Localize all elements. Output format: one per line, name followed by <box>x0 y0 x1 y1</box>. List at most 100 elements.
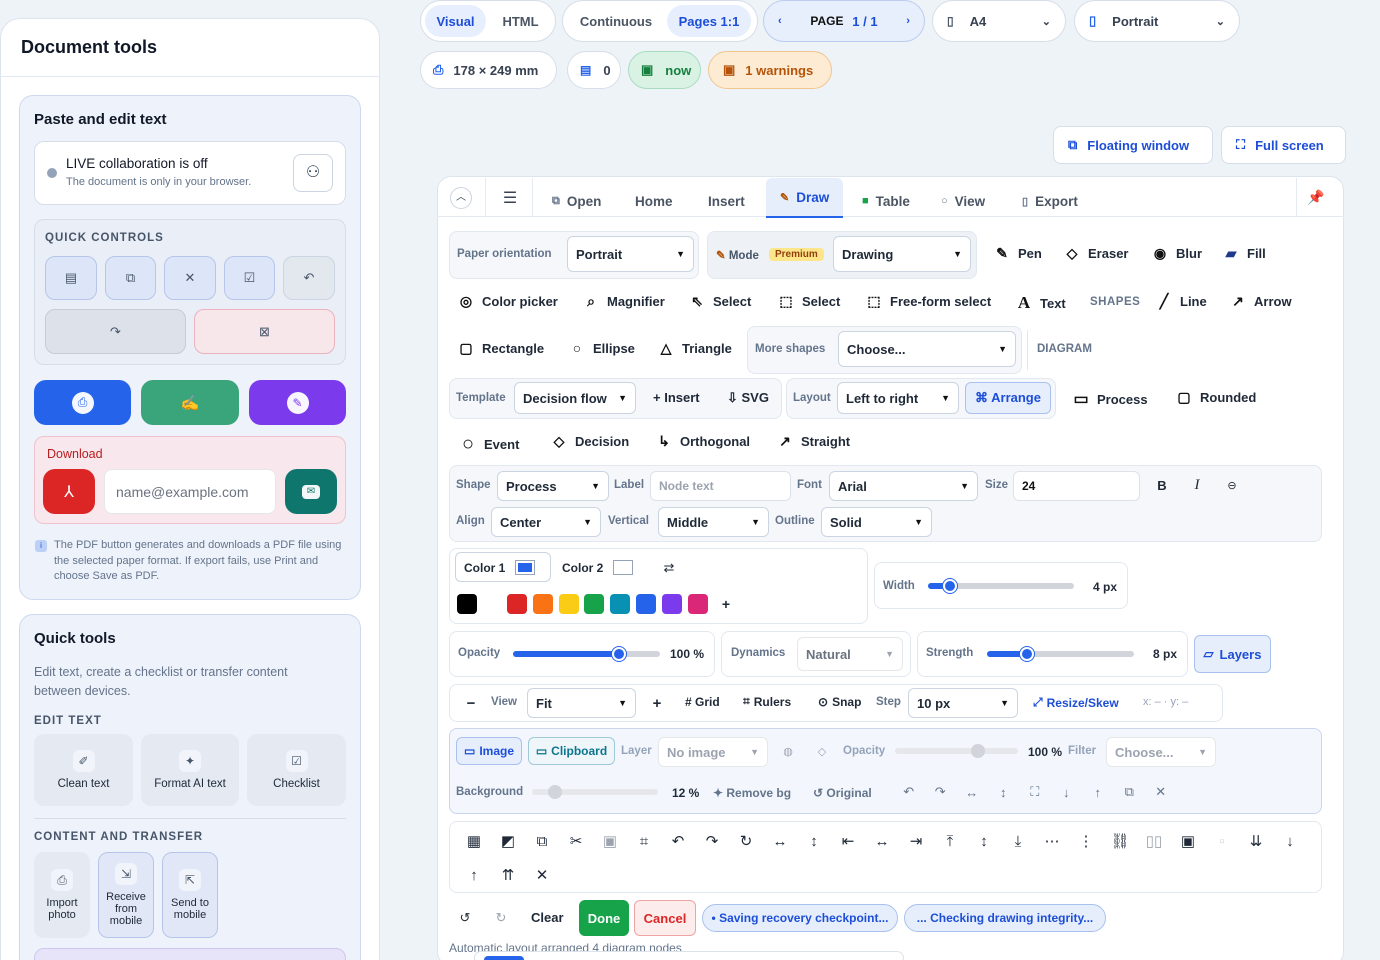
align-center-icon[interactable]: ↔ <box>865 827 899 855</box>
paste-icon[interactable]: ▤ <box>45 256 97 300</box>
color-swatch[interactable] <box>636 594 656 614</box>
background-slider[interactable] <box>532 785 658 799</box>
pen-tool[interactable]: ✎ Pen <box>993 245 1042 262</box>
format-ai-text-button[interactable]: ✦ Format AI text <box>141 734 239 806</box>
orientation-select[interactable]: ▯ Portrait ⌄ <box>1074 0 1240 42</box>
collapse-icon[interactable]: ︿ <box>450 187 472 209</box>
triangle-tool[interactable]: △ Triangle <box>657 340 732 357</box>
contrast-icon[interactable]: ◩ <box>491 827 525 855</box>
lock-icon[interactable]: ◍ <box>774 737 802 765</box>
undo-icon[interactable]: ↶ <box>661 827 695 855</box>
straight-connector-tool[interactable]: ↗ Straight <box>776 433 850 450</box>
paper-size-select[interactable]: ▯ A4 ⌄ <box>932 0 1066 42</box>
remove-image-icon[interactable]: ✕ <box>1145 778 1177 806</box>
align-select[interactable]: Center ▼ <box>491 507 601 537</box>
send-mobile-button[interactable]: ⇱ Send to mobile <box>162 852 218 938</box>
clear-button[interactable]: Clear <box>531 910 564 925</box>
clipboard-button[interactable]: ▭ Clipboard <box>528 737 615 765</box>
zoom-in-icon[interactable]: + <box>643 689 671 717</box>
layout-select[interactable]: Left to right ▼ <box>837 382 959 414</box>
width-slider[interactable] <box>928 579 1074 593</box>
tab-view[interactable]: ○ View <box>941 186 985 216</box>
image-button[interactable]: ▭ Image <box>456 737 522 765</box>
orthogonal-connector-tool[interactable]: ↳ Orthogonal <box>655 433 750 450</box>
rotate-icon[interactable]: ↻ <box>729 827 763 855</box>
settings-sliders-icon[interactable]: ☰ <box>497 186 523 212</box>
flip-horizontal-icon[interactable]: ↔ <box>763 827 797 855</box>
arrange-button[interactable]: ⌘ Arrange <box>965 382 1051 414</box>
redo-icon[interactable]: ↻ <box>487 904 515 932</box>
zoom-out-icon[interactable]: − <box>457 689 485 717</box>
color-swatch[interactable] <box>457 594 477 614</box>
unframe-icon[interactable]: ▫ <box>1205 827 1239 855</box>
grid-toggle[interactable]: # Grid <box>685 695 720 709</box>
fill-tool[interactable]: ▰ Fill <box>1222 245 1266 262</box>
warnings-badge[interactable]: ▣ 1 warnings <box>708 51 832 89</box>
tab-continuous[interactable]: Continuous <box>567 5 665 37</box>
tab-export[interactable]: ▯ Export <box>1022 186 1078 216</box>
align-bottom-icon[interactable]: ⤓ <box>1001 827 1035 855</box>
move-up-icon[interactable]: ↑ <box>1082 778 1114 806</box>
tab-visual[interactable]: Visual <box>425 5 486 37</box>
tab-table[interactable]: ■ Table <box>862 186 910 216</box>
floating-window-button[interactable]: ⧉ Floating window <box>1053 126 1213 164</box>
bring-forward-icon[interactable]: ↑ <box>457 861 491 889</box>
clear-text-icon[interactable]: ✕ <box>164 256 216 300</box>
italic-icon[interactable]: I <box>1183 471 1211 499</box>
align-top-icon[interactable]: ⤒ <box>933 827 967 855</box>
delete-icon[interactable]: ⊠ <box>194 309 335 354</box>
color-swatch[interactable] <box>507 594 527 614</box>
more-shapes-select[interactable]: Choose... ▼ <box>838 331 1016 367</box>
opacity-slider-knob[interactable] <box>611 647 626 661</box>
checklist-button[interactable]: ☑ Checklist <box>247 734 346 806</box>
tab-draw[interactable]: ✎ Draw <box>766 178 844 218</box>
cut-icon[interactable]: ✂ <box>559 827 593 855</box>
align-left-icon[interactable]: ⇤ <box>831 827 865 855</box>
align-right-icon[interactable]: ⇥ <box>899 827 933 855</box>
width-slider-knob[interactable] <box>942 579 957 593</box>
layers-button[interactable]: ▱ Layers <box>1194 635 1271 673</box>
add-color-icon[interactable]: + <box>718 596 734 612</box>
tab-home[interactable]: Home <box>635 186 673 216</box>
group-icon[interactable]: ⛓ <box>1103 827 1137 855</box>
tab-open[interactable]: ⧉ Open <box>552 186 601 216</box>
rounded-shape-tool[interactable]: ▢ Rounded <box>1175 389 1256 406</box>
copy-icon[interactable]: ⧉ <box>525 827 559 855</box>
image-opacity-knob[interactable] <box>971 744 985 758</box>
tab-pages[interactable]: Pages 1:1 <box>667 5 751 37</box>
paper-orientation-select[interactable]: Portrait ▼ <box>567 236 694 272</box>
blur-tool[interactable]: ◉ Blur <box>1151 245 1202 262</box>
undo-icon[interactable]: ↶ <box>283 256 335 300</box>
select-tool[interactable]: ⇖ Select <box>688 293 751 310</box>
original-button[interactable]: ↺ Original <box>813 786 872 800</box>
process-shape-tool[interactable]: ▭ Process <box>1072 389 1147 409</box>
download-svg-button[interactable]: ⇩ SVG <box>727 390 769 406</box>
layer-select[interactable]: No image ▼ <box>658 737 768 767</box>
collaboration-icon[interactable]: ⚇ <box>293 154 333 192</box>
frame-icon[interactable]: ▣ <box>1171 827 1205 855</box>
email-send-button[interactable]: ✉ <box>285 469 337 514</box>
import-photo-button[interactable]: ⎙ Import photo <box>34 852 90 938</box>
zoom-select[interactable]: Fit ▼ <box>527 688 636 718</box>
color-swatch[interactable] <box>558 594 579 614</box>
distribute-horizontal-icon[interactable]: ⋯ <box>1035 827 1069 855</box>
flip-vertical-icon[interactable]: ↕ <box>797 827 831 855</box>
strength-slider-knob[interactable] <box>1019 647 1034 661</box>
remove-bg-button[interactable]: ✦ Remove bg <box>713 786 791 800</box>
send-backward-icon[interactable]: ↓ <box>1273 827 1307 855</box>
delete-icon[interactable]: ✕ <box>525 861 559 889</box>
tab-html[interactable]: HTML <box>490 5 551 37</box>
strikethrough-icon[interactable]: ⊖ <box>1218 471 1246 499</box>
ungroup-icon[interactable]: ▯▯ <box>1137 827 1171 855</box>
receive-mobile-button[interactable]: ⇲ Receive from mobile <box>98 852 154 938</box>
next-page-icon[interactable]: › <box>906 15 910 27</box>
cancel-button[interactable]: Cancel <box>634 900 696 936</box>
select-all-icon[interactable]: ☑ <box>224 256 275 300</box>
color-swatch[interactable] <box>610 594 631 614</box>
insert-diagram-button[interactable]: + Insert <box>653 390 700 405</box>
sign-button[interactable]: ✍ <box>141 380 239 425</box>
bring-to-front-icon[interactable]: ⇈ <box>491 861 525 889</box>
background-knob[interactable] <box>548 785 562 799</box>
freeform-select-tool[interactable]: ⬚ Free-form select <box>865 293 991 310</box>
shape-select[interactable]: Process ▼ <box>497 471 609 501</box>
